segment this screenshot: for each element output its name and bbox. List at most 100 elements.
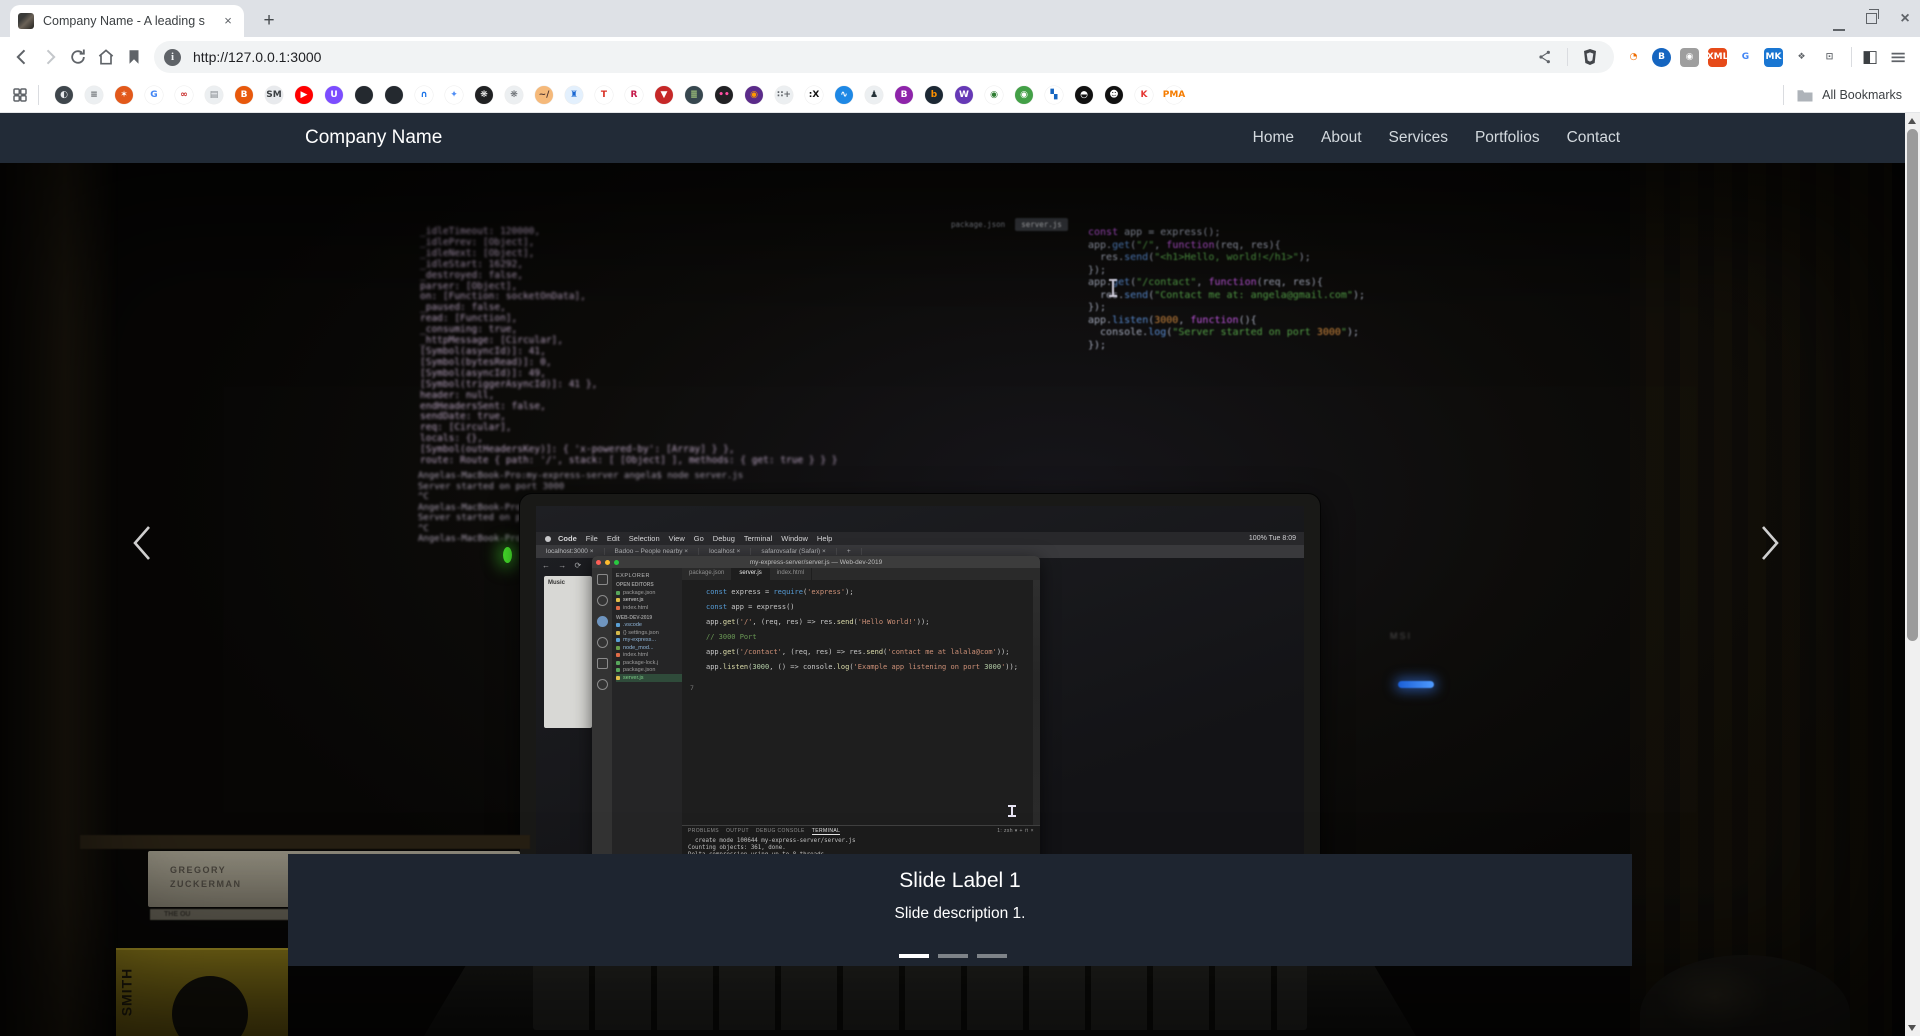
scrollbar-thumb[interactable] xyxy=(1907,129,1918,641)
bookmark-half-moon[interactable]: ◓ xyxy=(1075,86,1093,104)
scrollbar-up-icon[interactable] xyxy=(1908,118,1916,124)
bookmark-globe[interactable]: ◐ xyxy=(55,86,73,104)
photo-green-led xyxy=(503,547,512,563)
blue-b-icon[interactable]: B xyxy=(1652,48,1671,67)
new-tab-button[interactable]: + xyxy=(256,8,282,34)
extensions-icon xyxy=(597,658,608,669)
bookmark-server[interactable]: ≣ xyxy=(685,86,703,104)
bookmark-orange-b[interactable]: B xyxy=(235,86,253,104)
macos-menubar: CodeFileEditSelectionViewGoDebugTerminal… xyxy=(536,532,1304,545)
rss-icon[interactable]: ◔ xyxy=(1624,48,1643,67)
bookmark-penguin[interactable]: ♟ xyxy=(865,86,883,104)
site-info-icon[interactable]: i xyxy=(164,49,181,66)
photo-music-window: Music xyxy=(544,576,592,728)
translate-icon[interactable]: G xyxy=(1736,48,1755,67)
bookmark-openai[interactable]: ❋ xyxy=(475,86,493,104)
bookmark-dots-plus[interactable]: ∷+ xyxy=(775,86,793,104)
brave-shield-icon[interactable] xyxy=(1576,43,1604,71)
bookmark-blue-swirl[interactable]: ∿ xyxy=(835,86,853,104)
bookmark-gemini[interactable]: ✦ xyxy=(445,86,463,104)
carousel-indicator-2[interactable] xyxy=(938,954,968,958)
window-close-button[interactable]: × xyxy=(1898,12,1912,26)
bookmark-ascii[interactable]: ▚ xyxy=(1045,86,1063,104)
bookmark-gray-flower[interactable]: ❋ xyxy=(505,86,523,104)
bookmark-notes[interactable]: ≡ xyxy=(85,86,103,104)
bookmark-k-red[interactable]: K xyxy=(1135,86,1153,104)
debug-icon xyxy=(597,616,608,627)
mk-icon[interactable]: MK xyxy=(1764,48,1783,67)
menu-icon[interactable]: ≡ xyxy=(1884,43,1912,71)
bookmark-raspberry[interactable]: R xyxy=(625,86,643,104)
bookmark-pma[interactable]: PMA xyxy=(1165,86,1183,104)
nav-link-about[interactable]: About xyxy=(1321,129,1362,147)
home-button[interactable] xyxy=(92,43,120,71)
share-icon[interactable] xyxy=(1531,43,1559,71)
files-icon xyxy=(597,574,608,585)
camera-icon[interactable]: ◉ xyxy=(1680,48,1699,67)
photo-wood-edge xyxy=(0,163,118,1036)
bookmark-dark-b[interactable]: b xyxy=(925,86,943,104)
nav-link-home[interactable]: Home xyxy=(1253,129,1294,147)
xml-icon[interactable]: XML xyxy=(1708,48,1727,67)
bookmark-red-shield[interactable]: ▼ xyxy=(655,86,673,104)
reader-icon[interactable]: ⊡ xyxy=(1820,48,1839,67)
photo-book-yellow: SMITH xyxy=(116,948,288,1036)
bookmark-github-2[interactable] xyxy=(385,86,403,104)
tab-close-icon[interactable]: × xyxy=(220,13,236,29)
all-bookmarks[interactable]: All Bookmarks xyxy=(1779,77,1902,113)
forward-button[interactable] xyxy=(36,43,64,71)
bookmark-face[interactable]: ☻ xyxy=(1105,86,1123,104)
nav-link-portfolios[interactable]: Portfolios xyxy=(1475,129,1540,147)
window-restore-button[interactable] xyxy=(1866,13,1877,24)
bookmark-blue-badge[interactable]: ♜ xyxy=(565,86,583,104)
carousel-prev-button[interactable] xyxy=(120,511,164,575)
back-button[interactable] xyxy=(8,43,36,71)
vscode-titlebar: my-express-server/server.js — Web-dev-20… xyxy=(592,556,1040,568)
carousel-indicator-3[interactable] xyxy=(977,954,1007,958)
navbar-links: Home About Services Portfolios Contact xyxy=(1253,113,1620,163)
browser-tab[interactable]: Company Name - A leading s × xyxy=(10,5,244,37)
side-panel-icon[interactable]: ◧ xyxy=(1856,43,1884,71)
monitor-logo: MSI xyxy=(1390,631,1412,641)
bookmark-green-shop[interactable]: ◉ xyxy=(985,86,1003,104)
bookmark-youtube[interactable]: ▶ xyxy=(295,86,313,104)
carousel-next-button[interactable] xyxy=(1748,511,1792,575)
extensions-puzzle-icon[interactable]: ❖ xyxy=(1792,48,1811,67)
bookmark-wikipedia[interactable]: W xyxy=(955,86,973,104)
bookmark-google[interactable]: G xyxy=(145,86,163,104)
vscode-window: my-express-server/server.js — Web-dev-20… xyxy=(592,556,1040,905)
apps-grid-icon[interactable] xyxy=(6,81,34,109)
scrollbar-down-icon[interactable] xyxy=(1908,1025,1916,1031)
bookmark-firefox[interactable]: ◉ xyxy=(745,86,763,104)
photo-headphones xyxy=(1640,955,1850,1036)
bookmark-colon-x[interactable]: :X xyxy=(805,86,823,104)
bookmark-purple-shield[interactable]: U xyxy=(325,86,343,104)
bookmark-flickr[interactable]: •• xyxy=(715,86,733,104)
bookmark-green-mascot[interactable]: ◉ xyxy=(1015,86,1033,104)
bookmark-red-rings[interactable]: ∞ xyxy=(175,86,193,104)
bookmark-red-t[interactable]: T xyxy=(595,86,613,104)
web-page: Company Name Home About Services Portfolios… xyxy=(0,113,1920,1036)
url-bar[interactable]: i http://127.0.0.1:3000 xyxy=(154,41,1614,73)
traffic-light-minimize-icon xyxy=(605,560,610,565)
bookmark-terminal[interactable]: ~/ xyxy=(535,86,553,104)
tab-strip: Company Name - A leading s × + × xyxy=(0,0,1920,37)
slide-description: Slide description 1. xyxy=(288,905,1632,923)
photo-left-monitor-terminal: Angelas-MacBook-Pro:my-express-server an… xyxy=(418,471,878,545)
nav-link-contact[interactable]: Contact xyxy=(1567,129,1620,147)
window-minimize-button[interactable] xyxy=(1833,19,1845,31)
carousel-indicator-1[interactable] xyxy=(899,954,929,958)
bookmark-github[interactable] xyxy=(355,86,373,104)
vscode-code: const express = require('express');const… xyxy=(706,585,1030,675)
nav-link-services[interactable]: Services xyxy=(1389,129,1448,147)
reload-button[interactable] xyxy=(64,43,92,71)
bookmark-purple-b[interactable]: B xyxy=(895,86,913,104)
page-scrollbar[interactable] xyxy=(1905,113,1920,1036)
bookmark-orange-alert[interactable]: ✶ xyxy=(115,86,133,104)
bookmark-ribbon-icon[interactable] xyxy=(120,43,148,71)
bookmark-sm[interactable]: SM xyxy=(265,86,283,104)
bookmark-blue-arc[interactable]: ∩ xyxy=(415,86,433,104)
url-text[interactable]: http://127.0.0.1:3000 xyxy=(193,49,1531,65)
bookmark-gray-doc[interactable]: ▤ xyxy=(205,86,223,104)
navbar-brand[interactable]: Company Name xyxy=(305,113,442,163)
